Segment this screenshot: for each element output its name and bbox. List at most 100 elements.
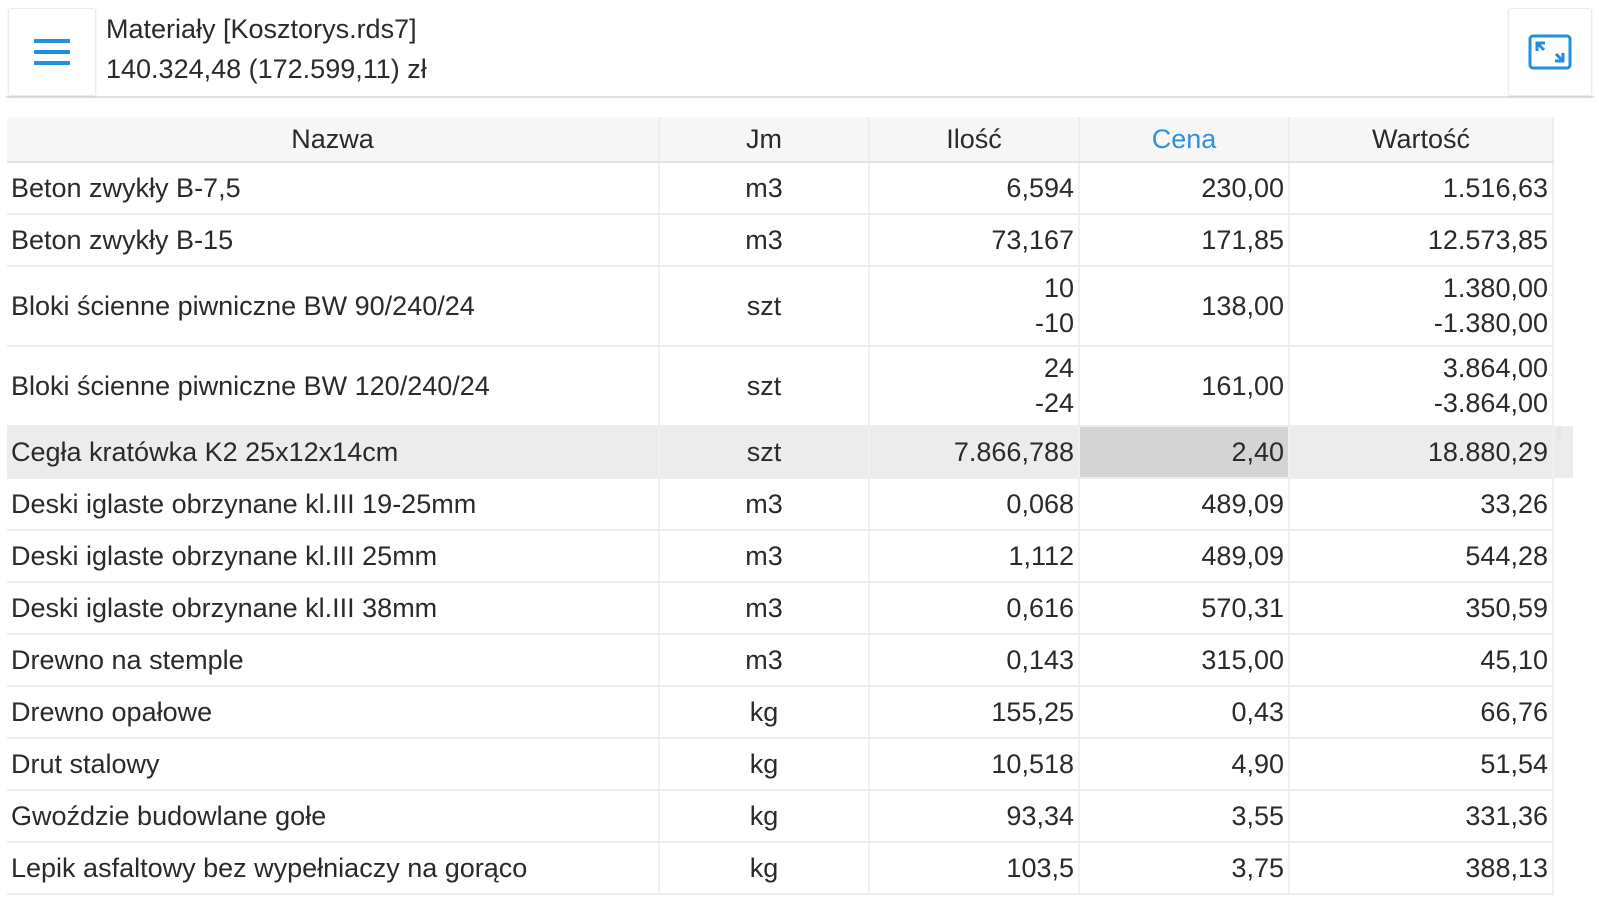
cell-cena[interactable]: 489,09 (1079, 530, 1290, 583)
cell-name: Cegła kratówka K2 25x12x14cm (7, 426, 660, 479)
app-header: Materiały [Kosztorys.rds7] 140.324,48 (1… (6, 6, 1594, 98)
cell-wartosc: 51,54 (1289, 738, 1554, 791)
cell-wartosc: 3.864,00 -3.864,00 (1289, 346, 1554, 427)
materials-table: Nazwa Jm Ilość Cena Wartość Beton zwykły… (7, 117, 1573, 895)
table-row[interactable]: Beton zwykły B-15 m3 73,167 171,85 12.57… (7, 214, 1573, 267)
cell-name: Deski iglaste obrzynane kl.III 38mm (7, 582, 660, 635)
page-title: Materiały [Kosztorys.rds7] (106, 14, 417, 44)
table-row[interactable]: Drewno na stemple m3 0,143 315,00 45,10 (7, 634, 1573, 687)
total-value: 140.324,48 (172.599,11) zł (106, 54, 427, 84)
cell-name: Gwoździe budowlane gołe (7, 790, 660, 843)
cell-wartosc: 1.380,00 -1.380,00 (1289, 266, 1554, 347)
cell-ilosc: 0,143 (869, 634, 1080, 687)
wartosc-line-2: -1.380,00 (1433, 308, 1548, 338)
ilosc-line-2: -24 (1034, 388, 1074, 418)
cell-jm: kg (659, 738, 870, 791)
cell-cena[interactable]: 3,75 (1079, 842, 1290, 895)
cell-ilosc: 103,5 (869, 842, 1080, 895)
cell-ilosc: 73,167 (869, 214, 1080, 267)
cell-wartosc: 1.516,63 (1289, 162, 1554, 215)
cell-cena[interactable]: 4,90 (1079, 738, 1290, 791)
cell-jm: kg (659, 790, 870, 843)
cell-name: Lepik asfaltowy bez wypełniaczy na gorąc… (7, 842, 660, 895)
column-header-cena[interactable]: Cena (1079, 117, 1290, 163)
wartosc-line-1: 3.864,00 (1442, 353, 1548, 383)
cell-jm: m3 (659, 634, 870, 687)
cell-jm: m3 (659, 162, 870, 215)
cell-ilosc: 0,068 (869, 478, 1080, 531)
table-row[interactable]: Drut stalowy kg 10,518 4,90 51,54 (7, 738, 1573, 791)
cell-cena[interactable]: 315,00 (1079, 634, 1290, 687)
cell-cena[interactable]: 3,55 (1079, 790, 1290, 843)
cell-cena[interactable]: 570,31 (1079, 582, 1290, 635)
cell-name: Drewno opałowe (7, 686, 660, 739)
column-header-wartosc[interactable]: Wartość (1289, 117, 1554, 163)
cell-ilosc: 7.866,788 (869, 426, 1080, 479)
cell-name: Beton zwykły B-7,5 (7, 162, 660, 215)
cell-cena[interactable]: 138,00 (1079, 266, 1290, 347)
menu-button[interactable] (8, 8, 96, 96)
fullscreen-button[interactable] (1508, 8, 1592, 96)
ilosc-line-1: 10 (1043, 273, 1074, 303)
cell-cena[interactable]: 171,85 (1079, 214, 1290, 267)
cell-name: Drewno na stemple (7, 634, 660, 687)
table-row[interactable]: Bloki ścienne piwniczne BW 120/240/24 sz… (7, 346, 1573, 427)
cell-jm: szt (659, 346, 870, 427)
cell-jm: kg (659, 686, 870, 739)
cell-name: Deski iglaste obrzynane kl.III 19-25mm (7, 478, 660, 531)
table-row[interactable]: Deski iglaste obrzynane kl.III 38mm m3 0… (7, 582, 1573, 635)
wartosc-line-2: -3.864,00 (1433, 388, 1548, 418)
cell-ilosc: 155,25 (869, 686, 1080, 739)
cell-ilosc: 1,112 (869, 530, 1080, 583)
cell-jm: m3 (659, 214, 870, 267)
cell-name: Deski iglaste obrzynane kl.III 25mm (7, 530, 660, 583)
column-header-name[interactable]: Nazwa (7, 117, 660, 163)
cell-ilosc: 93,34 (869, 790, 1080, 843)
table-row[interactable]: Deski iglaste obrzynane kl.III 19-25mm m… (7, 478, 1573, 531)
cell-wartosc: 45,10 (1289, 634, 1554, 687)
cell-cena-focused[interactable]: 2,40 (1079, 426, 1290, 479)
hamburger-menu-icon (34, 39, 70, 65)
table-row[interactable]: Drewno opałowe kg 155,25 0,43 66,76 (7, 686, 1573, 739)
header-gap (1553, 117, 1573, 162)
cell-wartosc: 18.880,29 (1289, 426, 1554, 479)
cell-wartosc: 350,59 (1289, 582, 1554, 635)
cell-cena[interactable]: 230,00 (1079, 162, 1290, 215)
materials-table-container[interactable]: Nazwa Jm Ilość Cena Wartość Beton zwykły… (7, 117, 1573, 897)
cell-jm: kg (659, 842, 870, 895)
table-row[interactable]: Gwoździe budowlane gołe kg 93,34 3,55 33… (7, 790, 1573, 843)
cell-ilosc: 24 -24 (869, 346, 1080, 427)
cell-wartosc: 544,28 (1289, 530, 1554, 583)
cell-wartosc: 331,36 (1289, 790, 1554, 843)
fullscreen-icon (1528, 34, 1572, 70)
scrollbar-thumb[interactable] (1557, 427, 1561, 439)
cell-cena[interactable]: 161,00 (1079, 346, 1290, 427)
cell-jm: m3 (659, 582, 870, 635)
table-row[interactable]: Lepik asfaltowy bez wypełniaczy na gorąc… (7, 842, 1573, 895)
cell-wartosc: 12.573,85 (1289, 214, 1554, 267)
cell-ilosc: 10,518 (869, 738, 1080, 791)
table-row[interactable]: Bloki ścienne piwniczne BW 90/240/24 szt… (7, 266, 1573, 347)
cell-name: Bloki ścienne piwniczne BW 90/240/24 (7, 266, 660, 347)
cell-ilosc: 0,616 (869, 582, 1080, 635)
header-titles: Materiały [Kosztorys.rds7] 140.324,48 (1… (106, 10, 427, 90)
cell-cena[interactable]: 489,09 (1079, 478, 1290, 531)
cell-name: Bloki ścienne piwniczne BW 120/240/24 (7, 346, 660, 427)
table-row-selected[interactable]: Cegła kratówka K2 25x12x14cm szt 7.866,7… (7, 426, 1573, 479)
cell-jm: m3 (659, 530, 870, 583)
ilosc-line-1: 24 (1043, 353, 1074, 383)
table-row[interactable]: Beton zwykły B-7,5 m3 6,594 230,00 1.516… (7, 162, 1573, 215)
table-header-row: Nazwa Jm Ilość Cena Wartość (7, 117, 1573, 163)
column-header-ilosc[interactable]: Ilość (869, 117, 1080, 163)
cell-name: Beton zwykły B-15 (7, 214, 660, 267)
cell-jm: m3 (659, 478, 870, 531)
cell-wartosc: 388,13 (1289, 842, 1554, 895)
column-header-jm[interactable]: Jm (659, 117, 870, 163)
ilosc-line-2: -10 (1034, 308, 1074, 338)
cell-wartosc: 33,26 (1289, 478, 1554, 531)
cell-cena[interactable]: 0,43 (1079, 686, 1290, 739)
wartosc-line-1: 1.380,00 (1442, 273, 1548, 303)
cell-ilosc: 6,594 (869, 162, 1080, 215)
cell-jm: szt (659, 426, 870, 479)
table-row[interactable]: Deski iglaste obrzynane kl.III 25mm m3 1… (7, 530, 1573, 583)
